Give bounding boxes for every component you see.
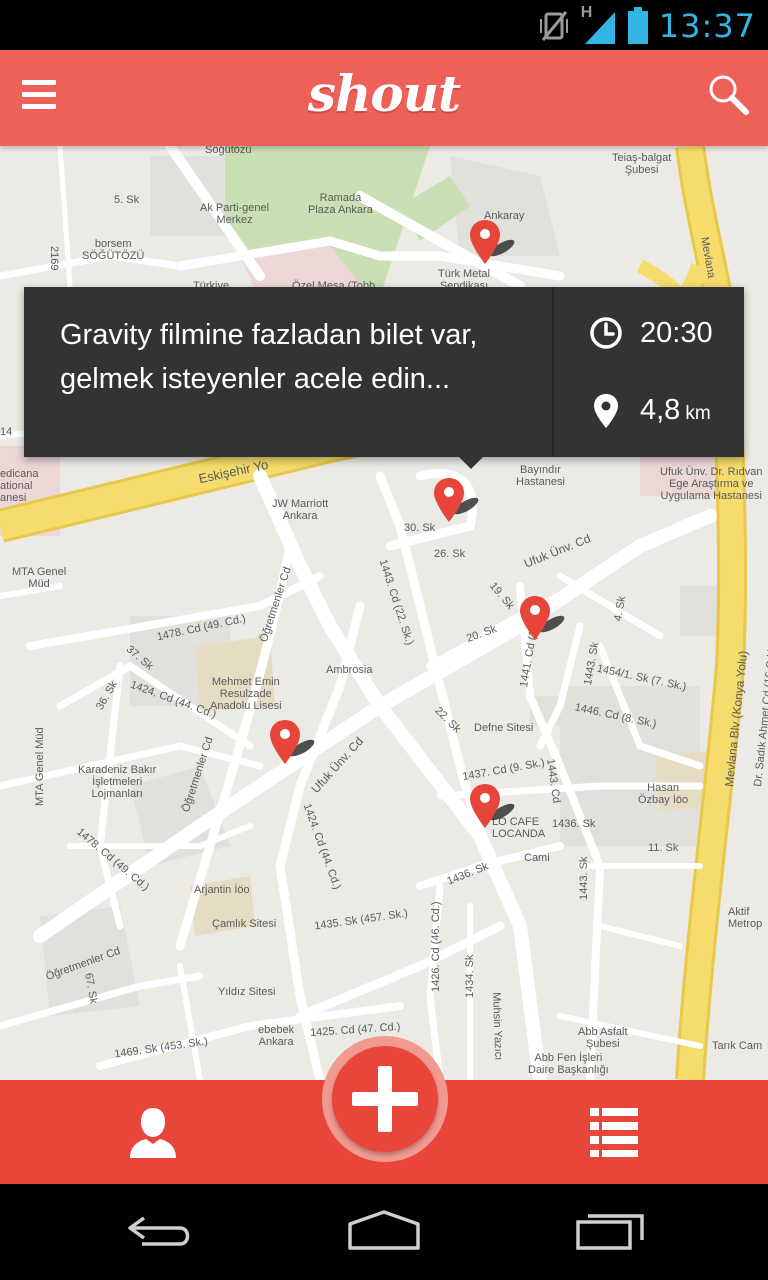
map-label: Ak Parti-genel Merkez (200, 202, 270, 226)
map-label: Arjantin İöo (194, 884, 250, 896)
shout-time-row: 20:30 (586, 308, 713, 358)
status-time: 13:37 (658, 7, 756, 45)
map-label: Abb Fen İşleri Daire Başkanlığı (528, 1052, 609, 1076)
location-pin-icon (594, 394, 618, 428)
map-label: Çamlık Sitesi (212, 918, 277, 930)
home-icon (348, 1210, 420, 1250)
shout-time: 20:30 (640, 316, 713, 349)
vibrate-muted-icon (539, 11, 568, 41)
event-pin[interactable] (432, 476, 492, 526)
home-button[interactable] (346, 1208, 422, 1256)
add-shout-button[interactable] (332, 1046, 438, 1152)
map-label: Tarık Cam (712, 1040, 763, 1052)
signal-icon: H (581, 4, 617, 46)
status-bar: H 13:37 (0, 0, 768, 50)
recent-apps-button[interactable] (574, 1208, 646, 1256)
map-label: ebebek Ankara (258, 1024, 295, 1048)
clock-icon (590, 317, 622, 349)
map-label: Abb Asfalt Şubesi (578, 1026, 628, 1050)
map-label: borsem SÖĞÜTÖZÜ (82, 238, 145, 262)
shout-message: Gravity filmine fazladan bilet var, gelm… (60, 319, 478, 395)
map-label: Cami (524, 852, 550, 864)
map-label: 1443. Sk (578, 856, 590, 900)
back-button[interactable] (124, 1208, 196, 1256)
map-label: Mehmet Emin Resulzade Anadolu Lisesi (210, 676, 282, 712)
map-label: MTA Genel Müd (12, 566, 67, 590)
map-label: 11. Sk (648, 842, 679, 854)
map-label: 30. Sk (404, 522, 436, 534)
app-logo: shout (307, 64, 461, 123)
map-label: 1434. Sk (464, 954, 476, 998)
profile-button[interactable] (124, 1104, 182, 1162)
map-label: 5. Sk (114, 194, 140, 206)
map-label: 1436. Sk (552, 818, 596, 830)
map-label: Defne Sitesi (474, 722, 534, 734)
event-pin[interactable] (468, 782, 528, 832)
map-label: Yıldız Sitesi (218, 986, 276, 998)
shout-distance: 4,8 km (640, 394, 711, 427)
distance-unit: km (685, 402, 711, 424)
shout-info-card[interactable]: Gravity filmine fazladan bilet var, gelm… (24, 287, 744, 469)
card-divider (552, 287, 554, 457)
app-bar: shout (0, 50, 768, 146)
map-label: JW Marriott Ankara (272, 498, 329, 522)
map-label: Aktif Metrop (728, 906, 763, 930)
map-label: Ufuk Ünv. Dr. Rıdvan Ege Araştırma ve Uy… (660, 466, 763, 502)
system-nav-bar (0, 1184, 768, 1280)
map-label: 2169 (48, 246, 60, 271)
list-icon (590, 1108, 638, 1157)
event-pin[interactable] (468, 218, 528, 268)
map-label: Ambrosia (326, 664, 373, 676)
back-icon (128, 1216, 190, 1246)
recent-apps-icon (576, 1214, 644, 1250)
search-icon (709, 75, 749, 115)
map-label: Teiaş-balgat Şubesi (612, 152, 672, 176)
search-button[interactable] (706, 72, 750, 122)
map-label: Bayındır Hastanesi (516, 464, 565, 488)
card-pointer (459, 457, 483, 469)
distance-value: 4,8 (640, 393, 681, 426)
map-label: 26. Sk (434, 548, 466, 560)
map-label: Muhsin Yazıcı (490, 992, 505, 1061)
person-icon (130, 1108, 176, 1158)
map-label: Ramada Plaza Ankara (308, 192, 373, 216)
event-pin[interactable] (268, 718, 328, 768)
map-label: Karadeniz Bakır İşletmeleri Lojmanları (78, 764, 157, 800)
event-pin[interactable] (518, 594, 578, 644)
map-label: 14 (0, 426, 13, 438)
map-label: Söğütözü (205, 146, 252, 156)
battery-icon (627, 7, 648, 44)
map-label: edicana ational anesi (0, 468, 39, 504)
shout-distance-row: 4,8 km (586, 385, 711, 435)
map-label: Hasan Özbay İöo (638, 782, 689, 806)
map-label: 1426. Cd (46. Cd.) (430, 901, 442, 993)
map-label: MTA Genel Müd (34, 727, 46, 806)
list-button[interactable] (588, 1106, 640, 1158)
